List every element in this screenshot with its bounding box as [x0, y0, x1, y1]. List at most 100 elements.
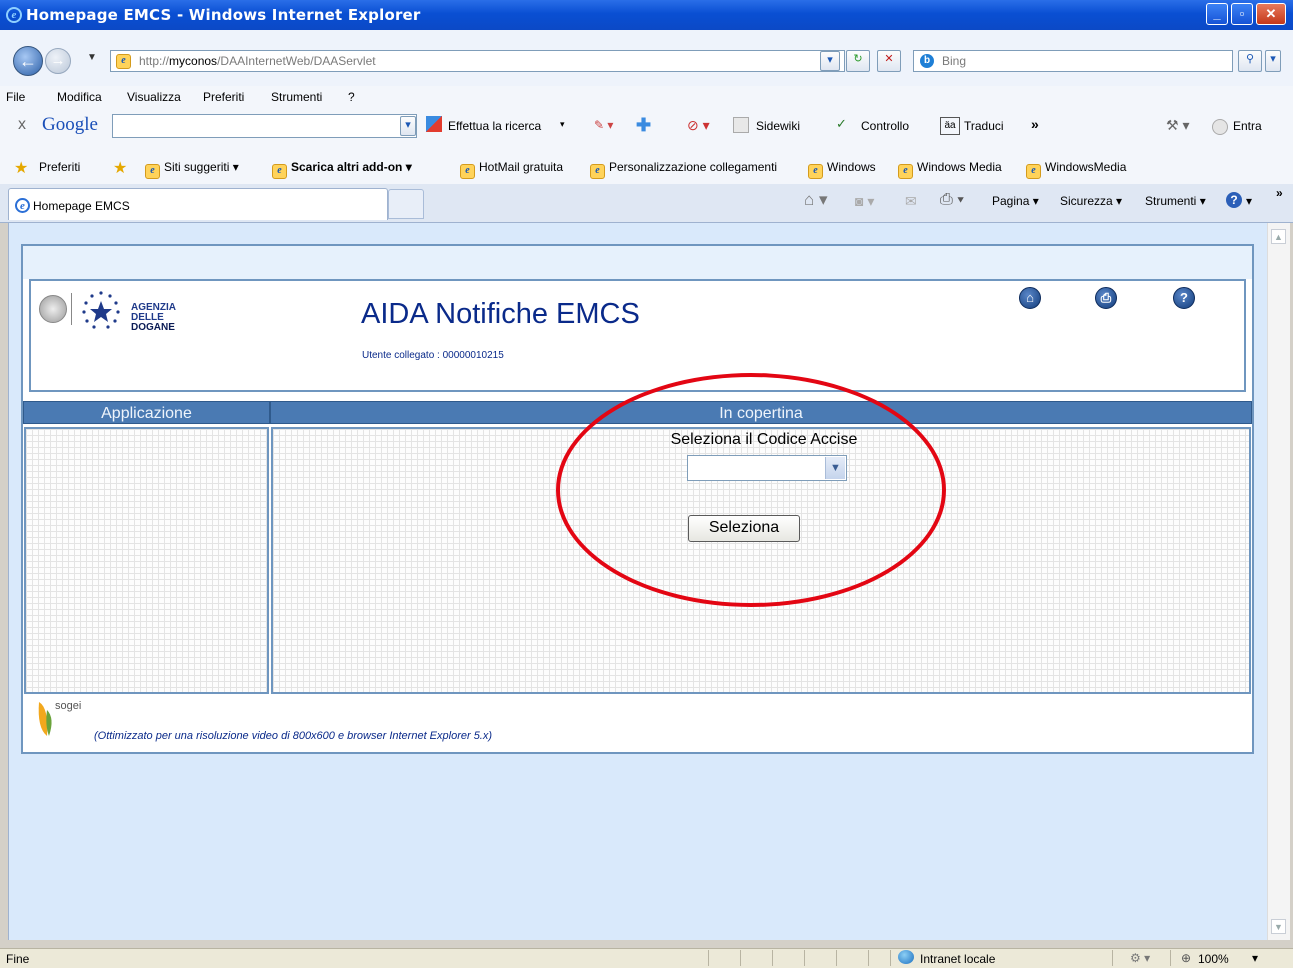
fav-windows[interactable]: e Windows [808, 160, 876, 179]
address-input[interactable]: e http://myconos/DAAInternetWeb/DAAServl… [110, 50, 845, 72]
google-search-dropdown-icon[interactable]: ▾ [400, 116, 416, 136]
help-icon[interactable]: ? [1226, 192, 1242, 208]
home-command-icon[interactable]: ⌂ ▾ [804, 190, 828, 210]
help-dropdown-icon[interactable]: ▾ [1246, 194, 1252, 208]
add-favorite-icon[interactable]: ★ [113, 158, 127, 178]
feeds-icon[interactable]: ◙ ▾ [855, 193, 874, 210]
traduci-button[interactable]: Traduci [964, 119, 1004, 133]
dogane-stars-icon [79, 289, 123, 333]
close-window-button[interactable]: ✕ [1256, 3, 1286, 25]
translate-icon: äa [940, 117, 960, 135]
bing-icon: b [920, 54, 934, 68]
select-dropdown-icon[interactable]: ▼ [825, 457, 845, 479]
menu-visualizza[interactable]: Visualizza [127, 90, 181, 104]
minimize-button[interactable]: _ [1206, 3, 1228, 25]
sicurezza-menu[interactable]: Sicurezza ▾ [1060, 194, 1122, 208]
scroll-up-icon[interactable]: ▲ [1271, 229, 1286, 244]
status-divider [868, 950, 869, 966]
menu-bar: File Modifica Visualizza Preferiti Strum… [0, 86, 1293, 109]
search-options-dropdown-icon[interactable]: ▾ [560, 119, 565, 130]
window-title: Homepage EMCS - Windows Internet Explore… [26, 6, 421, 24]
refresh-icon[interactable]: ↻ [846, 50, 870, 72]
menu-help[interactable]: ? [348, 90, 355, 104]
google-search-icon [426, 116, 442, 132]
codice-accise-select[interactable]: ▼ [687, 455, 847, 481]
vertical-scrollbar[interactable]: ▲ ▼ [1267, 223, 1290, 940]
agency-logo-text: AGENZIA DELLE DOGANE [131, 302, 176, 333]
address-dropdown-icon[interactable]: ▾ [820, 51, 840, 71]
status-divider [1112, 950, 1113, 966]
fav-windowsmedia[interactable]: e WindowsMedia [1026, 160, 1126, 179]
page-help-icon[interactable]: ? [1173, 287, 1195, 309]
tab-label: Homepage EMCS [33, 199, 130, 213]
scroll-down-icon[interactable]: ▼ [1271, 919, 1286, 934]
search-input[interactable]: b Bing [913, 50, 1233, 72]
google-search-button[interactable]: Effettua la ricerca [448, 119, 541, 133]
new-tab-button[interactable] [388, 189, 424, 219]
page-title: AIDA Notifiche EMCS [361, 298, 640, 330]
fav-hotmail[interactable]: e HotMail gratuita [460, 160, 563, 179]
menu-file[interactable]: File [6, 90, 25, 104]
favorites-bar: ★ Preferiti ★ e Siti suggeriti ▾ e Scarica… [0, 146, 1293, 185]
toolbar-more-icon[interactable]: » [1031, 116, 1039, 132]
forward-button[interactable]: → [45, 48, 71, 74]
user-label: Utente collegato : 00000010215 [362, 350, 504, 361]
page-header: AGENZIA DELLE DOGANE [29, 279, 1246, 392]
fav-personalizzazione[interactable]: e Personalizzazione collegamenti [590, 160, 777, 179]
controllo-button[interactable]: Controllo [861, 119, 909, 133]
status-divider [836, 950, 837, 966]
google-toolbar-close-icon[interactable]: x [18, 116, 26, 134]
select-label: Seleziona il Codice Accise [670, 431, 858, 448]
popup-blocker-icon[interactable]: ⊘ ▾ [687, 117, 710, 134]
status-divider [740, 950, 741, 966]
history-dropdown-icon[interactable]: ▼ [87, 52, 97, 63]
window-title-bar[interactable]: e Homepage EMCS - Windows Internet Explo… [0, 0, 1293, 30]
print-icon[interactable]: ⎙ ▾ [940, 191, 964, 209]
bookmarks-icon[interactable]: ✎ ▾ [594, 118, 613, 132]
home-icon[interactable]: ⌂ [1019, 287, 1041, 309]
status-divider [890, 950, 891, 966]
stop-icon[interactable]: ✕ [877, 50, 901, 72]
republic-emblem-icon [39, 295, 67, 323]
pagina-menu[interactable]: Pagina ▾ [992, 194, 1039, 208]
search-options-icon[interactable]: ▾ [1265, 50, 1281, 72]
page-top-band [23, 246, 1252, 279]
applicazione-panel [24, 427, 269, 694]
spellcheck-icon: ✓ [836, 116, 847, 131]
zoom-dropdown-icon[interactable]: ▾ [1252, 951, 1258, 965]
zone-label: Intranet locale [920, 952, 996, 966]
status-divider [772, 950, 773, 966]
entra-button[interactable]: Entra [1233, 119, 1262, 133]
search-go-icon[interactable]: ⚲ [1238, 50, 1262, 72]
seleziona-button[interactable]: Seleziona [688, 515, 800, 542]
zoom-icon: ⊕ [1181, 951, 1192, 965]
menu-strumenti[interactable]: Strumenti [271, 90, 322, 104]
fav-scarica-addon[interactable]: e Scarica altri add-on ▾ [272, 160, 412, 179]
restore-button[interactable]: ▫ [1231, 3, 1253, 25]
mail-icon[interactable]: ✉ [905, 193, 917, 210]
add-button-icon[interactable]: ✚ [636, 115, 651, 136]
status-divider [804, 950, 805, 966]
fav-siti-suggeriti[interactable]: e Siti suggeriti ▾ [145, 160, 239, 179]
tab-homepage-emcs[interactable]: e Homepage EMCS [8, 188, 388, 220]
fav-windows-media[interactable]: e Windows Media [898, 160, 1002, 179]
sidewiki-button[interactable]: Sidewiki [756, 119, 800, 133]
command-more-icon[interactable]: » [1276, 186, 1283, 200]
zoom-level[interactable]: 100% [1198, 952, 1229, 966]
back-button[interactable]: ← [13, 46, 43, 76]
address-url: http://myconos/DAAInternetWeb/DAAServlet [139, 54, 376, 68]
google-search-input[interactable] [112, 114, 417, 138]
favorites-button[interactable]: Preferiti [39, 160, 80, 174]
print-page-icon[interactable]: ⎙ [1095, 287, 1117, 309]
menu-modifica[interactable]: Modifica [57, 90, 102, 104]
protected-mode-icon[interactable]: ⚙ ▾ [1130, 951, 1150, 965]
status-text: Fine [6, 952, 30, 966]
favorites-star-icon: ★ [14, 160, 29, 177]
menu-preferiti[interactable]: Preferiti [203, 90, 244, 104]
intranet-zone-icon [898, 950, 914, 964]
strumenti-menu[interactable]: Strumenti ▾ [1145, 194, 1206, 208]
col-header-in-copertina: In copertina [270, 401, 1252, 424]
wrench-icon[interactable]: ⚒ ▾ [1166, 117, 1189, 134]
footer-note: (Ottimizzato per una risoluzione video d… [94, 730, 493, 742]
page-icon: e [116, 54, 131, 69]
